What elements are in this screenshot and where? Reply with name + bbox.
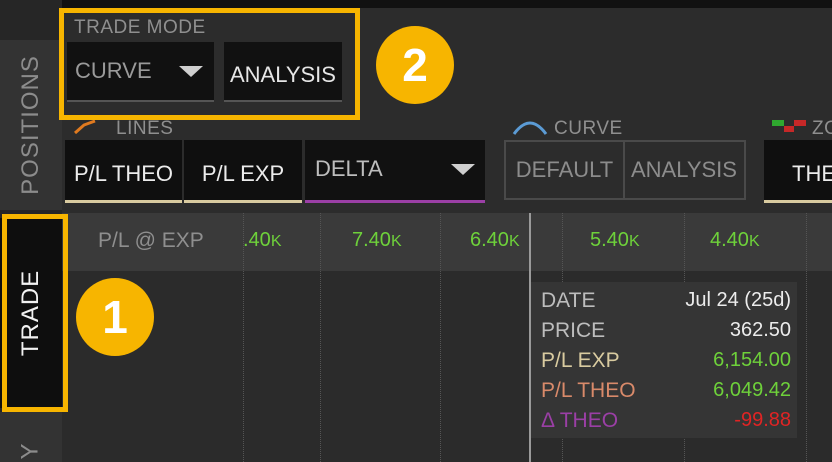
- curve-default-label: DEFAULT: [515, 157, 614, 182]
- curve-label: CURVE: [554, 118, 623, 139]
- curve-default-button[interactable]: DEFAULT: [506, 142, 625, 198]
- chevron-down-icon: [451, 164, 475, 175]
- curve-analysis-button[interactable]: ANALYSIS: [625, 142, 743, 198]
- pl-exp-label: P/L EXP: [201, 161, 285, 186]
- zone-theo-label: THE: [792, 161, 832, 186]
- lines-dropdown[interactable]: DELTA: [305, 140, 485, 203]
- pl-exp-value: .40K: [243, 229, 282, 251]
- pl-exp-value: 6.40K: [470, 229, 520, 251]
- tooltip-row-pl-exp: P/L EXP 6,154.00: [541, 349, 791, 372]
- tooltip-row-price: PRICE 362.50: [541, 319, 791, 342]
- tooltip-row-date: DATE Jul 24 (25d): [541, 289, 791, 312]
- pl-exp-row-label: P/L @ EXP: [98, 229, 204, 252]
- zone-theo-button[interactable]: THE: [764, 140, 832, 203]
- tab-positions[interactable]: POSITIONS: [0, 40, 62, 210]
- curve-analysis-label: ANALYSIS: [631, 157, 737, 182]
- tooltip-row-pl-theo: P/L THEO 6,049.42: [541, 379, 791, 402]
- lines-dropdown-value: DELTA: [315, 156, 383, 181]
- zone-label: ZO: [812, 118, 832, 139]
- lines-label: LINES: [116, 118, 174, 139]
- callout-badge-1: 1: [76, 278, 154, 356]
- grid-line: [440, 213, 441, 462]
- pl-exp-value: 7.40K: [352, 229, 402, 251]
- data-tooltip: DATE Jul 24 (25d) PRICE 362.50 P/L EXP 6,15…: [531, 282, 797, 438]
- grid-line: [806, 213, 807, 462]
- grid-line: [320, 213, 321, 462]
- pl-theo-label: P/L THEO: [73, 161, 174, 186]
- trade-mode-highlight: [59, 8, 360, 120]
- tab-positions-label: POSITIONS: [17, 55, 44, 195]
- pl-theo-toggle[interactable]: P/L THEO: [65, 140, 182, 203]
- tab-next[interactable]: Y: [0, 412, 62, 462]
- lines-icon: [74, 120, 96, 134]
- trade-tab-highlight: [2, 214, 68, 412]
- pl-exp-value: 4.40K: [710, 229, 760, 251]
- top-strip: [62, 0, 832, 8]
- curve-icon: [512, 121, 548, 135]
- pl-exp-value: 5.40K: [590, 229, 640, 251]
- callout-badge-2: 2: [376, 26, 454, 104]
- zone-icon: [772, 120, 806, 132]
- tab-next-label: Y: [16, 442, 44, 460]
- tooltip-row-delta-theo: Δ THEO -99.88: [541, 409, 791, 432]
- pl-exp-toggle[interactable]: P/L EXP: [184, 140, 302, 203]
